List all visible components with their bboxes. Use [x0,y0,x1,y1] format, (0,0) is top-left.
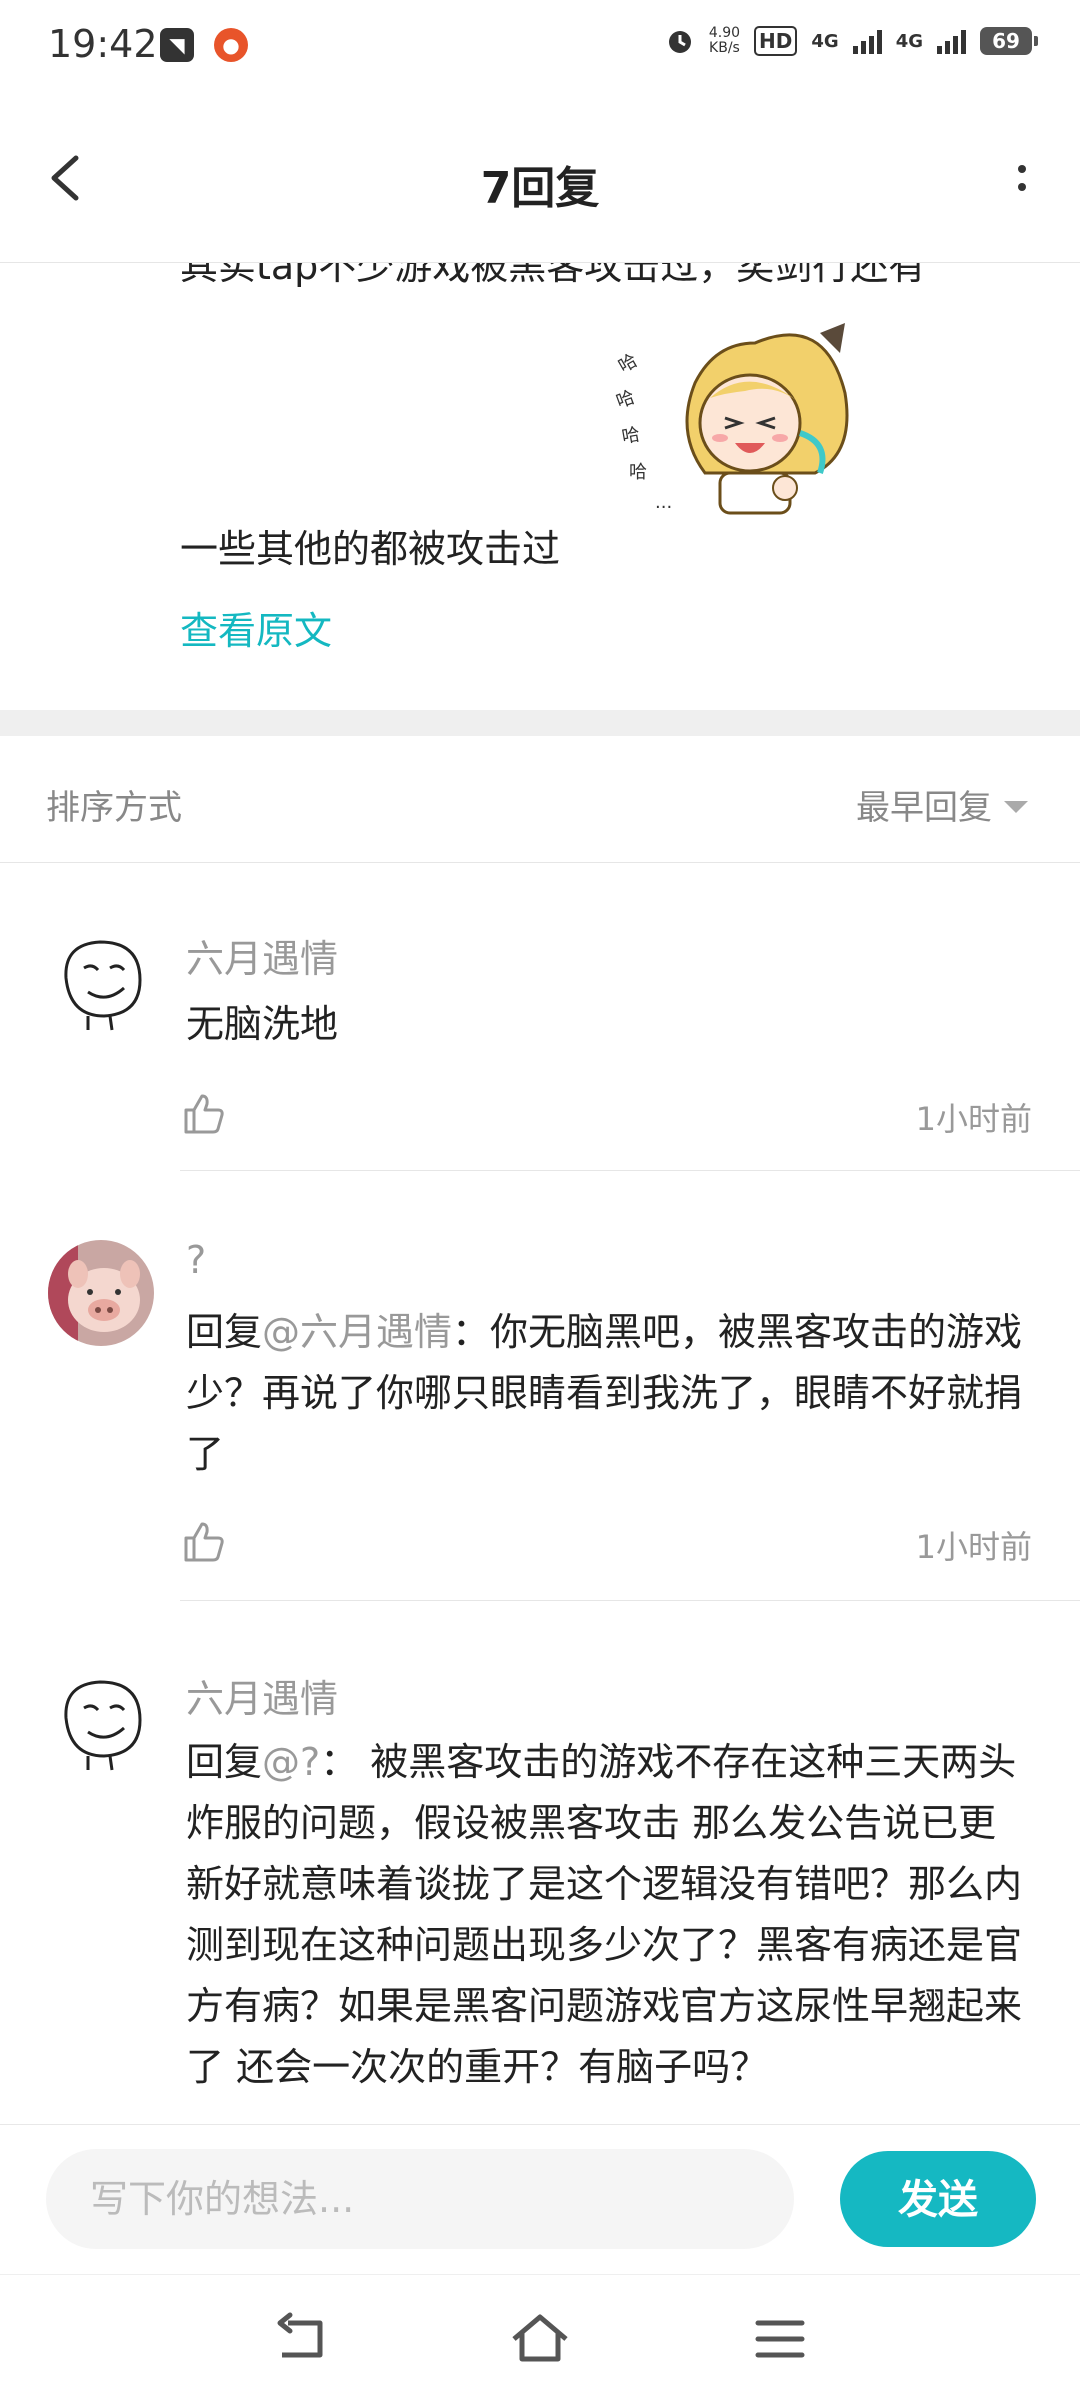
mention-link[interactable]: @六月遇情 [262,1310,452,1354]
net-speed: 4.90 KB/s [708,25,741,56]
svg-text:哈: 哈 [629,462,647,483]
laughing-girl-sticker: 哈 哈 哈 哈 ... [615,323,849,515]
avatar[interactable] [48,930,154,1036]
avatar[interactable] [48,1240,154,1346]
status-bar: 19:42 ◥ ● 4.90 KB/s HD 4G 4G 69 [0,0,1080,100]
svg-text:哈: 哈 [620,424,641,448]
section-separator [0,710,1080,736]
sort-selected-value: 最早回复 [856,788,992,828]
sim1-network: 4G [811,30,839,52]
home-icon [512,2314,568,2362]
pig-avatar-icon [48,1240,154,1346]
reply-prefix: 回复 [186,1740,263,1784]
reply-input[interactable] [46,2149,794,2249]
menu-icon [755,2320,805,2358]
reply-input-bar: 发送 [0,2124,1080,2275]
original-post-excerpt: 其实tap不少游戏被黑客攻击过，奕剑行还有 哈 哈 哈 哈 ... 一些其他的都… [0,263,1080,710]
comment-item: 六月遇情 无脑洗地 1小时前 [0,862,1080,1172]
comment-time: 1小时前 [915,1528,1032,1566]
sort-label: 排序方式 [46,788,182,828]
comment-item: 六月遇情 回复@?： 被黑客攻击的游戏不存在这种三天两头炸服的问题，假设被黑客攻… [0,1602,1080,2124]
divider [180,1600,1080,1601]
comment-content: 回复@六月遇情：你无脑黑吧，被黑客攻击的游戏少？再说了你哪只眼睛看到我洗了，眼睛… [186,1302,1032,1485]
like-button[interactable] [180,1518,228,1566]
signal-icon [852,28,882,54]
nav-home-button[interactable] [510,2311,570,2367]
svg-text:哈: 哈 [615,387,638,413]
divider [180,1170,1080,1171]
battery-icon: 69 [980,27,1038,55]
game-notification-icon: ● [214,28,248,62]
hd-icon: HD [754,26,798,56]
sort-bar: 排序方式 最早回复 [0,736,1080,863]
comment-author[interactable]: 六月遇情 [186,1668,338,1723]
comment-time: 1小时前 [915,1100,1032,1138]
mention-link[interactable]: @? [262,1740,320,1784]
thumbs-up-icon [184,1522,224,1562]
dropdown-arrow-icon [1004,800,1028,813]
status-time: 19:42 [48,22,158,66]
svg-text:...: ... [655,492,672,513]
comment-text: ： 被黑客攻击的游戏不存在这种三天两头炸服的问题，假设被黑客攻击 那么发公告说已… [186,1740,1023,2089]
svg-text:哈: 哈 [615,350,641,377]
comment-author[interactable]: 六月遇情 [186,928,338,983]
nav-menu-button[interactable] [750,2311,810,2367]
view-original-link[interactable]: 查看原文 [180,600,332,655]
smiley-sketch-avatar-icon [48,930,154,1036]
page-title: 7回复 [480,163,600,214]
nav-back-button[interactable] [270,2311,330,2367]
app-notification-icon: ◥ [160,28,194,62]
comment-list: 六月遇情 无脑洗地 1小时前 ? 回复@六月遇情：你无脑黑吧，被黑客攻击的游戏少… [0,862,1080,2124]
sim2-network: 4G [895,30,923,52]
system-nav-bar [0,2274,1080,2401]
send-button[interactable]: 发送 [840,2151,1036,2247]
more-dot-icon [1018,183,1026,191]
nav-back-icon [277,2312,323,2358]
top-app-bar: 7回复 [0,100,1080,263]
avatar[interactable] [48,1670,154,1776]
signal-icon [937,28,966,54]
original-post-text: 其实tap不少游戏被黑客攻击过，奕剑行还有 [180,263,927,288]
thumbs-up-icon [184,1094,224,1134]
more-options-button[interactable] [994,150,1050,206]
comment-content: 无脑洗地 [186,1002,339,1046]
comment-author[interactable]: ? [186,1238,206,1282]
comment-item: ? 回复@六月遇情：你无脑黑吧，被黑客攻击的游戏少？再说了你哪只眼睛看到我洗了，… [0,1172,1080,1602]
alarm-icon [668,31,691,53]
sort-dropdown[interactable]: 最早回复 [856,780,1028,829]
original-post-text: 一些其他的都被攻击过 [180,527,561,571]
comment-content: 回复@?： 被黑客攻击的游戏不存在这种三天两头炸服的问题，假设被黑客攻击 那么发… [186,1732,1032,2098]
reply-prefix: 回复 [186,1310,263,1354]
more-dot-icon [1018,165,1026,173]
smiley-sketch-avatar-icon [48,1670,154,1776]
like-button[interactable] [180,1090,228,1138]
